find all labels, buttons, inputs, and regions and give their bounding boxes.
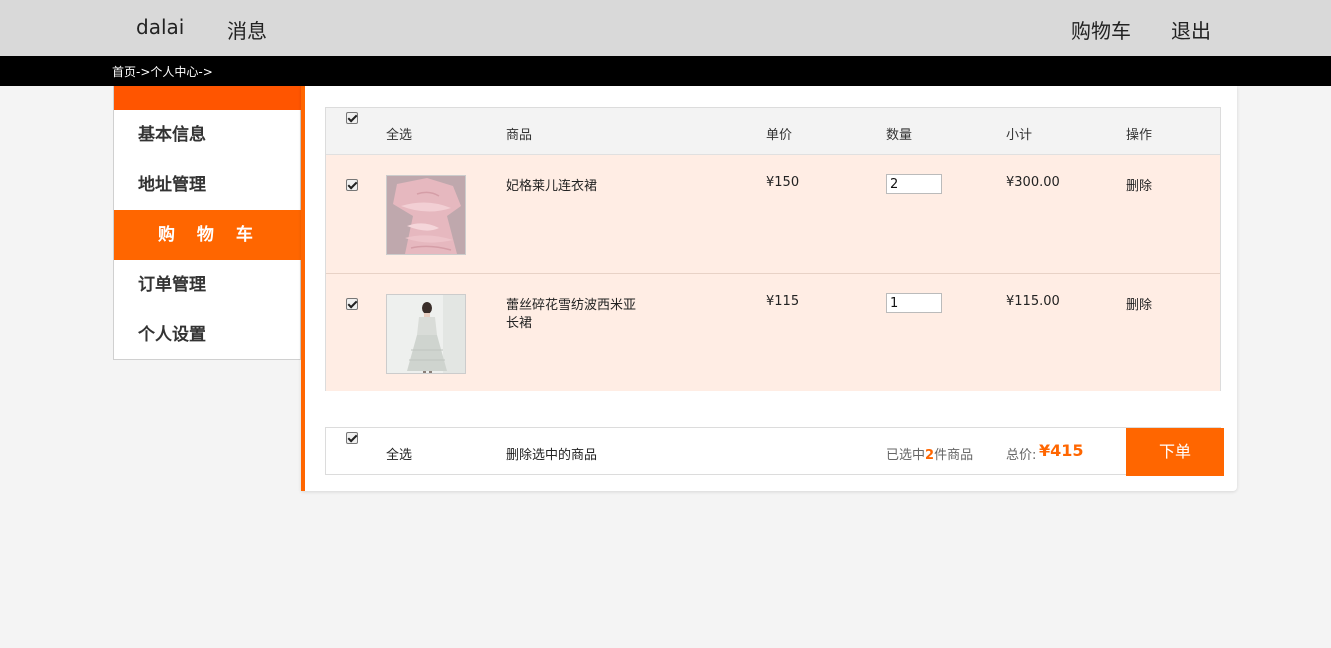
row-checkbox[interactable] bbox=[346, 298, 358, 310]
selected-count-text: 已选中2件商品 bbox=[886, 444, 973, 463]
unit-price: ¥150 bbox=[766, 175, 800, 190]
footer-select-all-label[interactable]: 全选 bbox=[386, 444, 412, 463]
column-header-price: 单价 bbox=[766, 128, 793, 143]
delete-link[interactable]: 删除 bbox=[1126, 175, 1152, 194]
dress-pink-icon bbox=[387, 176, 465, 254]
product-name-line2[interactable]: 长裙 bbox=[506, 312, 532, 331]
logout-link[interactable]: 退出 bbox=[1171, 15, 1211, 44]
column-header-action: 操作 bbox=[1126, 128, 1153, 143]
place-order-button[interactable]: 下单 bbox=[1126, 428, 1224, 476]
sidebar-item-address[interactable]: 地址管理 bbox=[114, 160, 302, 210]
column-header-subtotal: 小计 bbox=[1006, 128, 1033, 143]
unit-price: ¥115 bbox=[766, 294, 800, 309]
messages-link[interactable]: 消息 bbox=[227, 15, 267, 44]
sidebar-item-cart[interactable]: 购 物 车 bbox=[114, 210, 302, 260]
delete-selected-link[interactable]: 删除选中的商品 bbox=[506, 444, 597, 463]
total-label: 总价: bbox=[1006, 448, 1037, 463]
cart-table: 全选 商品 单价 数量 小计 操作 妃格莱儿连衣裙 ¥150 ¥300.00 删… bbox=[325, 107, 1221, 391]
subtotal: ¥300.00 bbox=[1006, 175, 1060, 190]
column-header-product: 商品 bbox=[506, 128, 533, 143]
username-link[interactable]: dalai bbox=[136, 15, 184, 39]
table-row: 妃格莱儿连衣裙 ¥150 ¥300.00 删除 bbox=[326, 155, 1220, 273]
sidebar-header-strip bbox=[114, 86, 302, 110]
delete-link[interactable]: 删除 bbox=[1126, 294, 1152, 313]
selected-prefix: 已选中 bbox=[886, 448, 926, 463]
breadcrumb-bar: 首页->个人中心-> bbox=[0, 56, 1331, 86]
column-header-quantity: 数量 bbox=[886, 128, 913, 143]
cart-footer: 全选 删除选中的商品 已选中2件商品 总价: ¥415 bbox=[325, 427, 1221, 475]
sidebar-item-settings[interactable]: 个人设置 bbox=[114, 310, 302, 360]
table-header: 全选 商品 单价 数量 小计 操作 bbox=[326, 108, 1220, 155]
sidebar-item-basic-info[interactable]: 基本信息 bbox=[114, 110, 302, 160]
selected-count: 2 bbox=[925, 448, 935, 463]
select-all-checkbox[interactable] bbox=[346, 112, 358, 124]
footer-select-all-checkbox[interactable] bbox=[346, 432, 358, 444]
sidebar-item-orders[interactable]: 订单管理 bbox=[114, 260, 302, 310]
top-bar: dalai 消息 购物车 退出 bbox=[0, 0, 1331, 56]
cart-link[interactable]: 购物车 bbox=[1071, 15, 1131, 44]
quantity-input[interactable] bbox=[886, 174, 942, 194]
column-header-select-all: 全选 bbox=[386, 128, 413, 143]
total-value: ¥415 bbox=[1039, 441, 1084, 460]
product-image-dress-pink[interactable] bbox=[386, 175, 466, 255]
product-image-dress-lace[interactable] bbox=[386, 294, 466, 374]
quantity-input[interactable] bbox=[886, 293, 942, 313]
sidebar: 基本信息 地址管理 购 物 车 订单管理 个人设置 bbox=[113, 86, 302, 360]
breadcrumb[interactable]: 首页->个人中心-> bbox=[112, 63, 213, 80]
table-row: 蕾丝碎花雪纺波西米亚 长裙 ¥115 ¥115.00 删除 bbox=[326, 273, 1220, 391]
dress-lace-icon bbox=[387, 295, 465, 373]
row-checkbox[interactable] bbox=[346, 179, 358, 191]
selected-suffix: 件商品 bbox=[934, 448, 974, 463]
product-name-line1[interactable]: 蕾丝碎花雪纺波西米亚 bbox=[506, 294, 636, 313]
subtotal: ¥115.00 bbox=[1006, 294, 1060, 309]
product-name[interactable]: 妃格莱儿连衣裙 bbox=[506, 175, 597, 194]
